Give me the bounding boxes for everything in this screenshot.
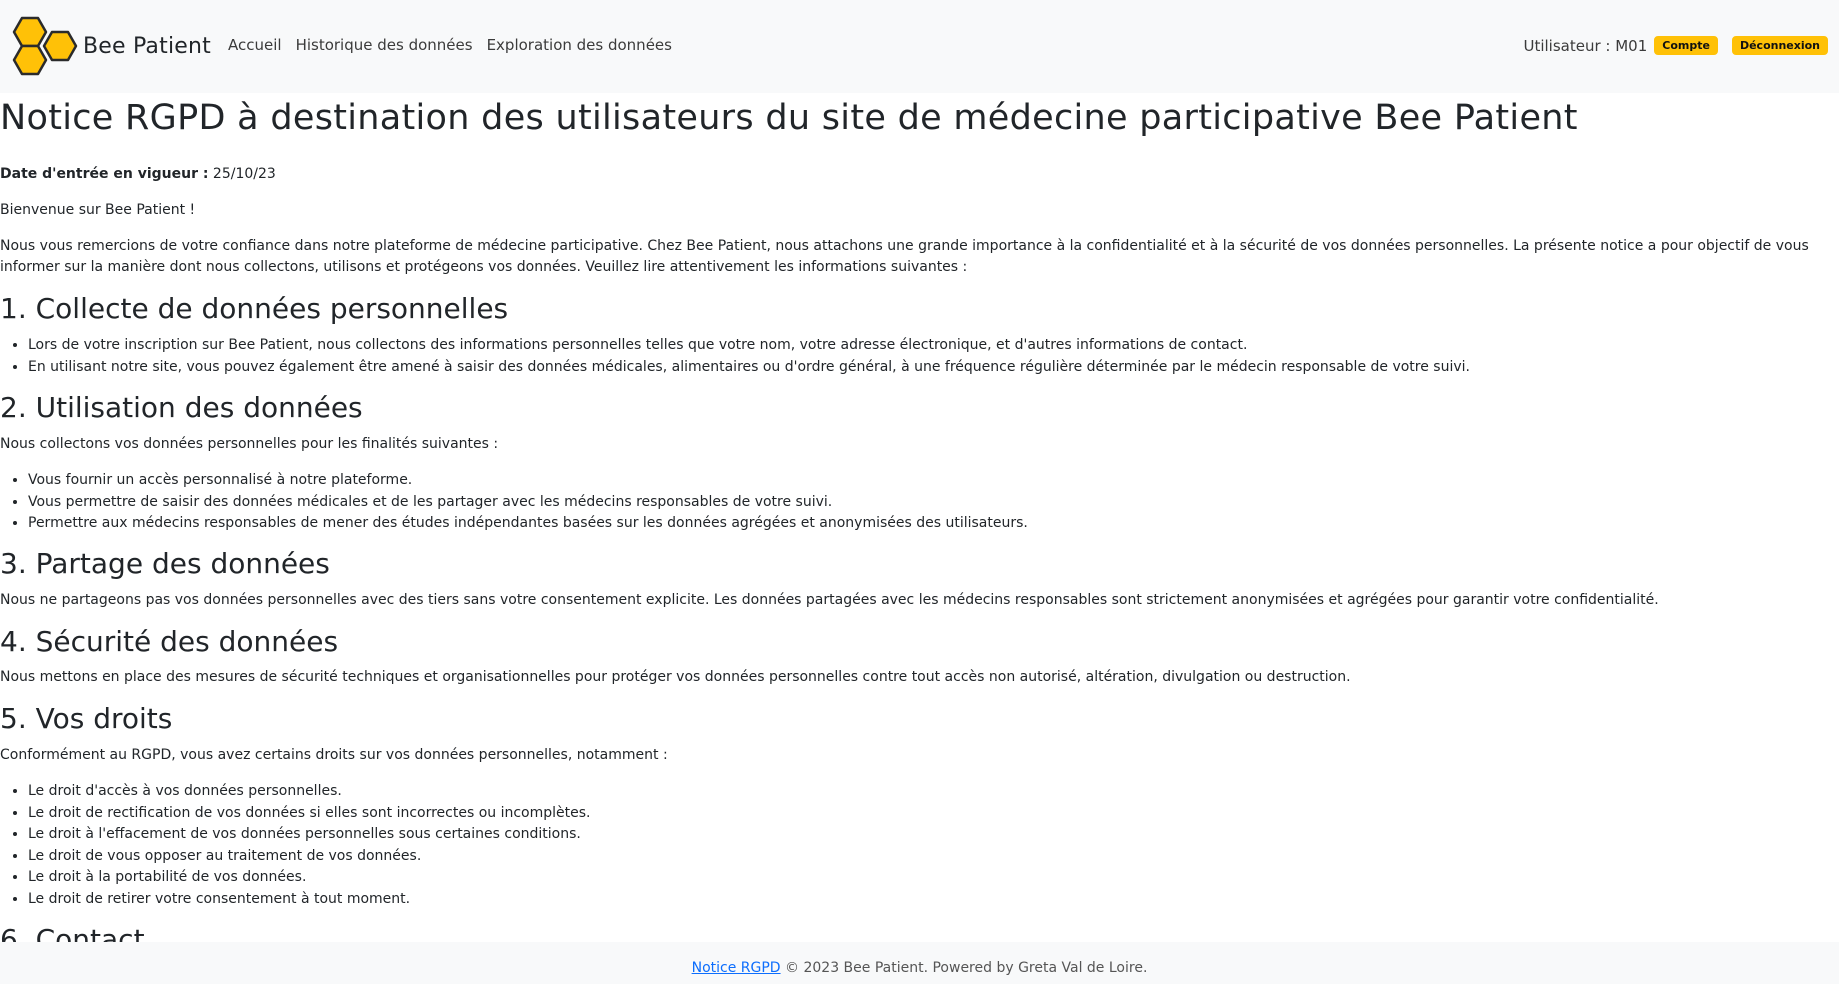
list-item: En utilisant notre site, vous pouvez éga…: [28, 357, 1470, 379]
section-text: Nous collectons vos données personnelles…: [0, 436, 499, 452]
brand-name: Bee Patient: [83, 33, 211, 59]
section-heading: 1. Collecte de données personnelles: [0, 292, 509, 325]
list-item: Le droit de rectification de vos données…: [28, 803, 591, 825]
nav-accueil[interactable]: Accueil: [228, 36, 282, 54]
footer: Notice RGPD © 2023 Bee Patient. Powered …: [0, 942, 1839, 984]
list-item: Permettre aux médecins responsables de m…: [28, 513, 1028, 535]
section-heading: 2. Utilisation des données: [0, 391, 363, 424]
section-list: Vous fournir un accès personnalisé à not…: [0, 470, 1028, 535]
list-item: Le droit à l'effacement de vos données p…: [28, 824, 591, 846]
rgpd-notice: Notice RGPD à destination des utilisateu…: [0, 93, 1839, 942]
list-item: Vous fournir un accès personnalisé à not…: [28, 470, 1028, 492]
section-list: Lors de votre inscription sur Bee Patien…: [0, 335, 1470, 378]
nav-exploration[interactable]: Exploration des données: [487, 36, 672, 54]
list-item: Le droit de vous opposer au traitement d…: [28, 846, 591, 868]
effective-date-value: 25/10/23: [212, 166, 276, 182]
section-text: Conformément au RGPD, vous avez certains…: [0, 747, 668, 763]
section-heading: 3. Partage des données: [0, 547, 330, 580]
honeycomb-logo-icon: [12, 16, 78, 76]
list-item: Lors de votre inscription sur Bee Patien…: [28, 335, 1470, 357]
user-area: Utilisateur : M01 Compte Déconnexion: [1523, 36, 1828, 55]
intro-text: Nous vous remercions de votre confiance …: [0, 238, 1809, 275]
section-text: Nous mettons en place des mesures de séc…: [0, 669, 1351, 685]
navbar: Bee Patient Accueil Historique des donné…: [0, 0, 1839, 93]
list-item: Le droit de retirer votre consentement à…: [28, 889, 591, 911]
section-heading: 6. Contact: [0, 923, 145, 942]
user-label: Utilisateur : M01: [1523, 36, 1648, 55]
nav-historique[interactable]: Historique des données: [296, 36, 473, 54]
footer-text: © 2023 Bee Patient. Powered by Greta Val…: [785, 960, 1148, 976]
section-list: Le droit d'accès à vos données personnel…: [0, 781, 591, 910]
effective-date: Date d'entrée en vigueur : 25/10/23: [0, 164, 1830, 185]
footer-rgpd-link[interactable]: Notice RGPD: [692, 960, 781, 976]
brand-home-link[interactable]: Bee Patient: [11, 12, 211, 80]
section-heading: 5. Vos droits: [0, 702, 173, 735]
effective-date-label: Date d'entrée en vigueur :: [0, 166, 209, 182]
list-item: Le droit à la portabilité de vos données…: [28, 867, 591, 889]
list-item: Vous permettre de saisir des données méd…: [28, 492, 1028, 514]
section-text: Nous ne partageons pas vos données perso…: [0, 592, 1659, 608]
section-heading: 4. Sécurité des données: [0, 625, 339, 658]
main-nav: Accueil Historique des données Explorati…: [228, 36, 686, 54]
account-button[interactable]: Compte: [1654, 36, 1718, 55]
list-item: Le droit d'accès à vos données personnel…: [28, 781, 591, 803]
welcome-text: Bienvenue sur Bee Patient !: [0, 202, 196, 218]
logout-button[interactable]: Déconnexion: [1731, 36, 1828, 55]
page-title: Notice RGPD à destination des utilisateu…: [0, 98, 1578, 138]
